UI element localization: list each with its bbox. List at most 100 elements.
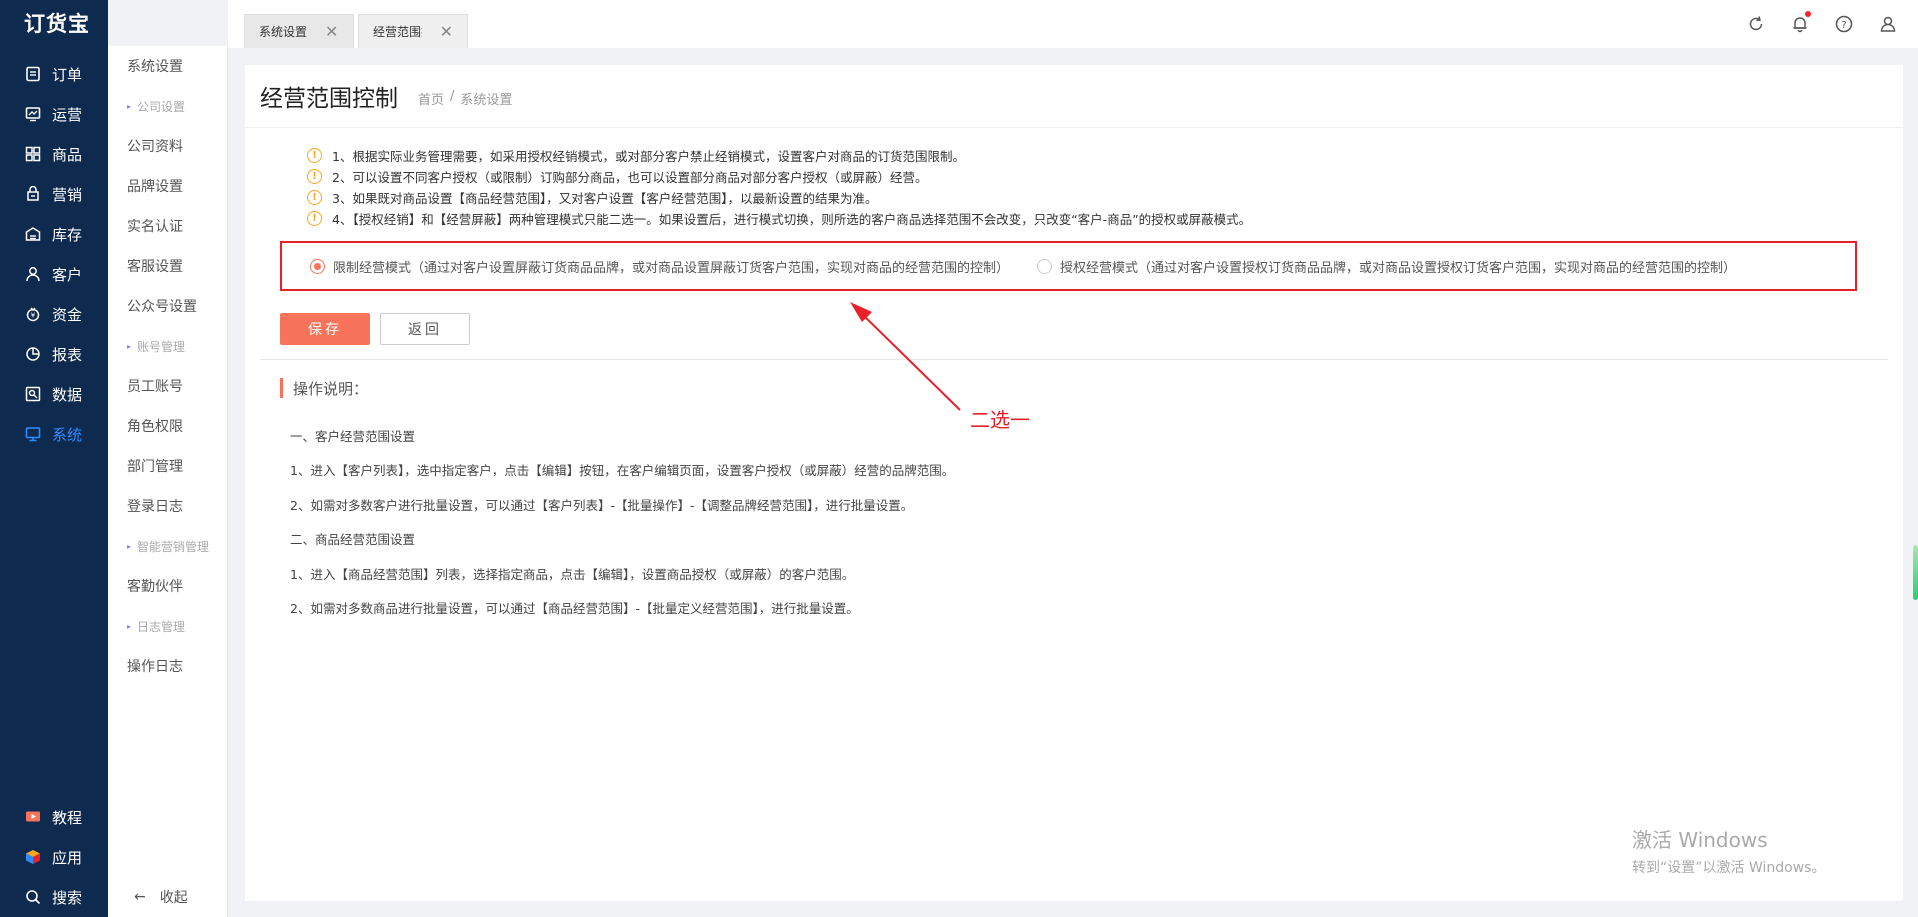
submenu-item[interactable]: 客勤伙伴 bbox=[108, 566, 227, 606]
nav-label: 应用 bbox=[52, 848, 83, 867]
order-icon bbox=[25, 66, 41, 82]
tab-label: 经营范围控制 bbox=[373, 25, 422, 39]
submenu-item[interactable]: 公众号设置 bbox=[108, 286, 227, 326]
notification-dot bbox=[1805, 11, 1811, 17]
breadcrumb-home[interactable]: 首页 bbox=[418, 89, 444, 108]
tip-item: ! 3、如果既对商品设置【商品经营范围】，又对客户设置【客户经营范围】，以最新设置… bbox=[307, 187, 1251, 208]
nav-label: 运营 bbox=[52, 105, 83, 124]
authorize-mode-label: 授权经营模式（通过对客户设置授权订货商品品牌，或对商品设置授权订货客户范围，实现… bbox=[1060, 260, 1737, 276]
watermark-title: 激活 Windows bbox=[1632, 828, 1768, 852]
tip-item: ! 2、可以设置不同客户授权（或限制）订购部分商品，也可以设置部分商品对部分客户授… bbox=[307, 166, 1251, 187]
submenu-item[interactable]: 登录日志 bbox=[108, 486, 227, 526]
apps-icon bbox=[25, 849, 41, 865]
nav-item-apps[interactable]: 应用 bbox=[0, 837, 108, 877]
submenu-item[interactable]: 员工账号 bbox=[108, 366, 227, 406]
breadcrumb-separator: / bbox=[450, 88, 455, 104]
collapse-button[interactable]: ← 收起 bbox=[134, 887, 188, 907]
nav-label: 资金 bbox=[52, 305, 83, 324]
help-section-title: 操作说明： bbox=[280, 378, 368, 398]
submenu-group-label: 账号管理 bbox=[137, 339, 186, 354]
submenu-group-marketing[interactable]: ▸ 智能营销管理 bbox=[108, 526, 227, 566]
close-icon[interactable]: ✕ bbox=[325, 23, 338, 40]
bell-icon[interactable] bbox=[1790, 11, 1811, 34]
nav-item-operation[interactable]: 运营 bbox=[0, 94, 108, 134]
main-panel: 经营范围控制 首页 / 系统设置 ! 1、根据实际业务管理需要，如采用授权经销模式… bbox=[245, 65, 1903, 901]
user-icon[interactable] bbox=[1878, 14, 1898, 34]
submenu-group-account[interactable]: ▸ 账号管理 bbox=[108, 326, 227, 366]
save-button[interactable]: 保存 bbox=[280, 313, 370, 345]
app-logo[interactable]: 订货宝 bbox=[0, 0, 108, 46]
submenu-item[interactable]: 客服设置 bbox=[108, 246, 227, 286]
restrict-mode-option[interactable]: 限制经营模式（通过对客户设置屏蔽订货商品品牌，或对商品设置屏蔽订货客户范围，实现… bbox=[310, 257, 1009, 276]
svg-text:¥: ¥ bbox=[31, 312, 36, 320]
submenu-group-label: 日志管理 bbox=[137, 619, 186, 634]
nav-item-report[interactable]: 报表 bbox=[0, 334, 108, 374]
nav-label: 报表 bbox=[52, 345, 83, 364]
tip-item: ! 4、【授权经销】和【经营屏蔽】两种管理模式只能二选一。如果设置后，进行模式切换… bbox=[307, 208, 1251, 229]
help-line: 1、进入【商品经营范围】列表，选择指定商品，点击【编辑】，设置商品授权（或屏蔽）… bbox=[290, 566, 855, 582]
submenu-item-system-settings[interactable]: 系统设置 bbox=[108, 46, 227, 86]
authorize-mode-option[interactable]: 授权经营模式（通过对客户设置授权订货商品品牌，或对商品设置授权订货客户范围，实现… bbox=[1037, 257, 1736, 276]
submenu-group-company[interactable]: ▸ 公司设置 bbox=[108, 86, 227, 126]
scroll-indicator[interactable] bbox=[1913, 545, 1918, 600]
breadcrumb-current: 系统设置 bbox=[460, 92, 513, 108]
nav-item-system[interactable]: 系统 bbox=[0, 414, 108, 454]
submenu-group-label: 智能营销管理 bbox=[137, 539, 210, 554]
submenu-item[interactable]: 部门管理 bbox=[108, 446, 227, 486]
nav-label: 商品 bbox=[52, 145, 83, 164]
restrict-mode-label: 限制经营模式（通过对客户设置屏蔽订货商品品牌，或对商品设置屏蔽订货客户范围，实现… bbox=[333, 260, 1010, 276]
tutorial-icon bbox=[25, 809, 41, 825]
nav-item-data[interactable]: 数据 bbox=[0, 374, 108, 414]
tab-business-scope[interactable]: 经营范围控制 ✕ bbox=[358, 14, 468, 48]
nav-item-customer[interactable]: 客户 bbox=[0, 254, 108, 294]
nav-label: 系统 bbox=[52, 425, 83, 444]
help-line: 二、商品经营范围设置 bbox=[290, 532, 416, 548]
nav-item-order[interactable]: 订单 bbox=[0, 54, 108, 94]
funds-icon: ¥ bbox=[25, 306, 41, 322]
nav-item-funds[interactable]: ¥ 资金 bbox=[0, 294, 108, 334]
help-line: 2、如需对多数客户进行批量设置，可以通过【客户列表】-【批量操作】-【调整品牌经… bbox=[290, 497, 914, 513]
collapse-label: 收起 bbox=[159, 890, 188, 906]
submenu-item[interactable]: 角色权限 bbox=[108, 406, 227, 446]
nav-label: 客户 bbox=[52, 265, 83, 284]
submenu-item[interactable]: 品牌设置 bbox=[108, 166, 227, 206]
nav-label: 搜索 bbox=[52, 888, 83, 907]
page-title: 经营范围控制 bbox=[260, 86, 398, 112]
nav-label: 数据 bbox=[52, 385, 83, 404]
help-line: 2、如需对多数商品进行批量设置，可以通过【商品经营范围】-【批量定义经营范围】，… bbox=[290, 601, 859, 617]
arrow-left-icon: ← bbox=[134, 889, 146, 905]
windows-watermark: 激活 Windows 转到“设置”以激活 Windows。 bbox=[1632, 824, 1825, 877]
radio-button-checked[interactable] bbox=[310, 258, 325, 274]
report-icon bbox=[25, 346, 41, 362]
warning-icon: ! bbox=[307, 190, 322, 205]
mode-selection-box: 限制经营模式（通过对客户设置屏蔽订货商品品牌，或对商品设置屏蔽订货客户范围，实现… bbox=[280, 241, 1857, 291]
nav-item-marketing[interactable]: 营销 bbox=[0, 174, 108, 214]
help-line: 1、进入【客户列表】，选中指定客户，点击【编辑】按钮，在客户编辑页面，设置客户授… bbox=[290, 463, 955, 479]
radio-button[interactable] bbox=[1037, 258, 1053, 274]
submenu-item[interactable]: 操作日志 bbox=[108, 646, 227, 686]
caret-right-icon: ▸ bbox=[127, 101, 132, 111]
back-button[interactable]: 返回 bbox=[380, 313, 470, 345]
caret-right-icon: ▸ bbox=[127, 621, 132, 631]
nav-item-product[interactable]: 商品 bbox=[0, 134, 108, 174]
tab-system-settings[interactable]: 系统设置 ✕ bbox=[244, 14, 354, 48]
tip-item: ! 1、根据实际业务管理需要，如采用授权经销模式，或对部分客户禁止经销模式，设置客… bbox=[307, 145, 1251, 166]
marketing-icon bbox=[25, 186, 41, 202]
caret-right-icon: ▸ bbox=[127, 541, 132, 551]
product-icon bbox=[25, 146, 41, 162]
nav-item-inventory[interactable]: 库存 bbox=[0, 214, 108, 254]
tips-list: ! 1、根据实际业务管理需要，如采用授权经销模式，或对部分客户禁止经销模式，设置客… bbox=[307, 145, 1251, 229]
submenu-item[interactable]: 公司资料 bbox=[108, 126, 227, 166]
nav-item-tutorial[interactable]: 教程 bbox=[0, 797, 108, 837]
help-content: 一、客户经营范围设置 1、进入【客户列表】，选中指定客户，点击【编辑】按钮，在客… bbox=[290, 418, 954, 625]
caret-right-icon: ▸ bbox=[127, 341, 132, 351]
nav-item-search[interactable]: 搜索 bbox=[0, 877, 108, 917]
help-icon[interactable]: ? bbox=[1834, 14, 1854, 34]
refresh-icon[interactable] bbox=[1746, 14, 1766, 34]
submenu-group-log[interactable]: ▸ 日志管理 bbox=[108, 606, 227, 646]
tip-text: 2、可以设置不同客户授权（或限制）订购部分商品，也可以设置部分商品对部分客户授权… bbox=[332, 170, 928, 185]
submenu-item[interactable]: 实名认证 bbox=[108, 206, 227, 246]
close-icon[interactable]: ✕ bbox=[440, 23, 453, 40]
inventory-icon bbox=[25, 226, 41, 242]
top-icons: ? bbox=[1746, 11, 1898, 34]
